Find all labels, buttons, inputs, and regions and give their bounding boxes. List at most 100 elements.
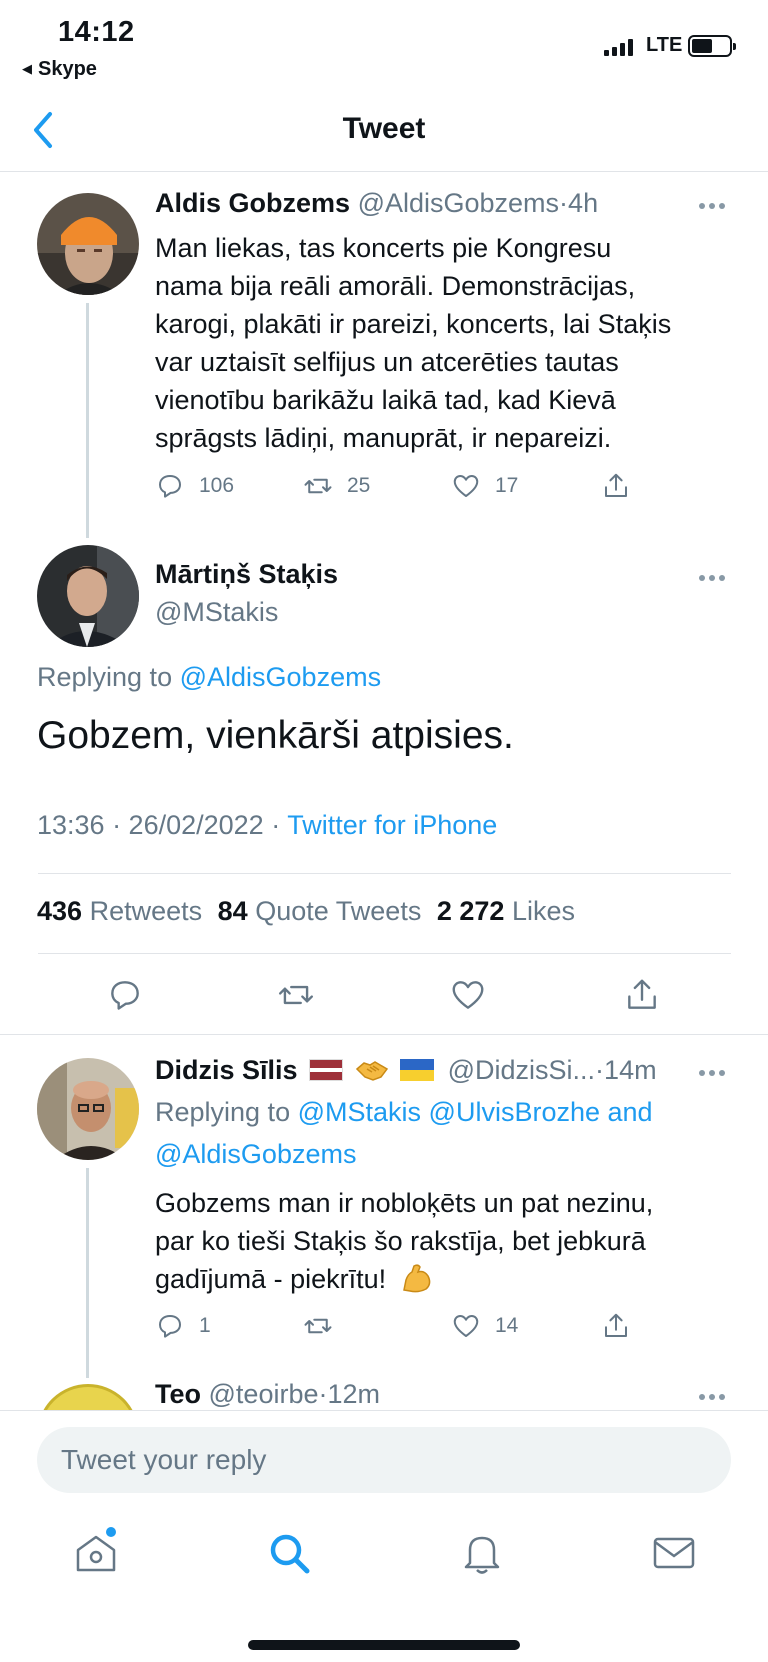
tweet-text: Man liekas, tas koncerts pie Kongresu na… [155,229,671,457]
back-to-app[interactable]: ◀ Skype [22,58,97,81]
mention-link[interactable]: @MStakis @UlvisBrozhe and [298,1097,653,1127]
share-icon [605,473,627,497]
tweet-text-line: gadījumā - piekrītu! [155,1264,387,1294]
tweet-text-line: sprāgsts lādiņi, manuprāt, ir nepareizi. [155,423,612,453]
latvia-flag-icon [309,1059,344,1081]
tweet-text: Gobzems man ir nobloķēts un pat nezinu, … [155,1184,653,1298]
likes-stat[interactable]: 2 272 Likes [437,896,575,926]
retweets-stat[interactable]: 436 Retweets [37,896,202,926]
divider [38,953,731,954]
search-icon[interactable] [266,1530,312,1576]
tweet-header: Aldis Gobzems @AldisGobzems·4h [155,188,598,219]
quotes-count: 84 [217,896,248,926]
share-icon [628,979,656,1009]
thread-line [86,1168,89,1378]
reply-count: 1 [199,1314,211,1337]
home-icon[interactable] [73,1530,119,1576]
tweet-time: 14m [604,1055,657,1085]
ukraine-flag-icon [400,1059,435,1081]
tweet-header: Teo @teoirbe·12m [155,1380,380,1410]
author-handle[interactable]: @AldisGobzems [358,188,559,218]
author-handle[interactable]: @teoirbe [209,1380,319,1409]
more-options-icon[interactable] [699,201,729,211]
notifications-icon[interactable] [459,1530,505,1576]
more-options-icon[interactable] [699,573,729,583]
reply-composer: Tweet your reply [0,1410,768,1510]
share-button[interactable] [623,976,661,1014]
reply-button[interactable]: 1 [155,1311,211,1341]
avatar[interactable] [37,1384,139,1410]
tweet-text-line: vienotību barikāžu laikā tad, kad Kievā [155,385,616,415]
network-type: LTE [646,34,683,56]
reply-button[interactable]: 106 [155,471,234,501]
retweet-icon [304,1318,332,1334]
more-options-icon[interactable] [699,1392,729,1402]
reply-icon [159,475,181,498]
focused-tweet-actions [0,955,768,1035]
signal-icon [604,38,633,56]
home-notification-dot [106,1527,116,1537]
share-button[interactable] [601,1311,631,1341]
tweet-time: 4h [568,188,599,218]
reply-icon [159,1315,181,1338]
like-button[interactable]: 14 [451,1311,518,1341]
battery-icon [688,35,736,57]
status-time: 14:12 [58,16,135,48]
tweet-text: Gobzem, vienkārši atpisies. [37,714,514,757]
heart-icon [453,475,479,497]
quotes-stat[interactable]: 84 Quote Tweets [218,896,422,926]
tweet-text-line: Man liekas, tas koncerts pie Kongresu [155,233,612,263]
retweet-icon [304,478,332,494]
avatar[interactable] [37,193,139,295]
mention-link[interactable]: @AldisGobzems [155,1139,356,1170]
retweet-button[interactable] [277,976,315,1014]
home-indicator [248,1640,520,1650]
more-options-icon[interactable] [699,1068,729,1078]
flexed-biceps-icon [400,1262,434,1294]
handshake-icon [355,1057,389,1083]
author-name[interactable]: Aldis Gobzems [155,188,350,218]
replying-to: Replying to @AldisGobzems [37,662,381,693]
retweet-icon [278,985,314,1005]
reply-icon [111,981,139,1010]
tweet-text-line: karogi, plakāti ir pareizi, koncerts, la… [155,309,672,339]
retweet-button[interactable]: 25 [303,471,370,501]
retweet-button[interactable] [303,1311,347,1341]
quotes-label: Quote Tweets [255,896,422,926]
mention-link[interactable]: @AldisGobzems [180,662,381,692]
reply-tweet-partial[interactable]: Teo @teoirbe·12m [0,1380,768,1410]
likes-count: 2 272 [436,896,505,926]
separator-dot: · [559,188,569,218]
author-name[interactable]: Didzis Sīlis [155,1055,298,1085]
back-triangle-icon: ◀ [22,61,32,76]
author-name[interactable]: Teo [155,1380,201,1409]
likes-label: Likes [511,896,575,926]
reply-count: 106 [199,474,235,497]
author-handle[interactable]: @MStakis [155,597,278,628]
source-link[interactable]: Twitter for iPhone [287,810,497,840]
tweet-actions: 1 14 [155,1311,655,1351]
avatar[interactable] [37,545,139,647]
like-button[interactable]: 17 [451,471,518,501]
tweet-text-line: par ko tieši Staķis šo rakstīja, bet jeb… [155,1226,646,1256]
engagement-stats: 436 Retweets 84 Quote Tweets 2 272 Likes [37,896,575,927]
retweets-count: 436 [37,896,83,926]
tweet-text-line-last: gadījumā - piekrītu! [155,1260,653,1298]
tab-bar [0,1510,768,1662]
reply-input[interactable]: Tweet your reply [37,1427,731,1493]
retweets-label: Retweets [89,896,203,926]
tweet-time: 12m [327,1380,381,1409]
share-icon [605,1313,627,1337]
like-count: 14 [495,1314,519,1337]
author-name[interactable]: Mārtiņš Staķis [155,559,338,590]
avatar[interactable] [37,1058,139,1160]
replying-prefix: Replying to [155,1097,291,1127]
timestamp: 13:36 · 26/02/2022 · [37,810,288,840]
messages-icon[interactable] [651,1530,697,1576]
tweet-actions: 106 25 17 [155,471,655,511]
author-handle[interactable]: @DidzisSi... [448,1055,595,1085]
reply-button[interactable] [106,976,144,1014]
share-button[interactable] [601,471,631,501]
like-button[interactable] [449,976,487,1014]
page-title: Tweet [342,112,426,145]
